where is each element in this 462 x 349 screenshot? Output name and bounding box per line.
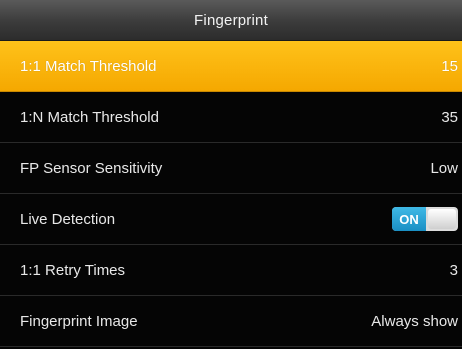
screen: Fingerprint 1:1 Match Threshold 15 1:N M… — [0, 0, 462, 349]
toggle-knob — [428, 209, 456, 229]
page-title: Fingerprint — [194, 11, 268, 29]
setting-label: 1:N Match Threshold — [20, 108, 159, 126]
setting-row-fingerprint-image[interactable]: Fingerprint Image Always show — [0, 296, 462, 347]
setting-value: 35 — [441, 108, 458, 126]
setting-row-1-n-match-threshold[interactable]: 1:N Match Threshold 35 — [0, 92, 462, 143]
setting-row-1-1-retry-times[interactable]: 1:1 Retry Times 3 — [0, 245, 462, 296]
settings-list: 1:1 Match Threshold 15 1:N Match Thresho… — [0, 41, 462, 347]
title-bar: Fingerprint — [0, 0, 462, 41]
setting-label: 1:1 Match Threshold — [20, 57, 157, 75]
setting-value: Always show — [371, 312, 458, 330]
setting-value: 3 — [449, 261, 458, 279]
setting-row-1-1-match-threshold[interactable]: 1:1 Match Threshold 15 — [0, 41, 462, 92]
setting-value: 15 — [441, 57, 458, 75]
setting-row-live-detection[interactable]: Live Detection ON — [0, 194, 462, 245]
setting-label: FP Sensor Sensitivity — [20, 159, 163, 177]
toggle-on-label: ON — [392, 207, 426, 231]
setting-row-fp-sensor-sensitivity[interactable]: FP Sensor Sensitivity Low — [0, 143, 462, 194]
setting-label: Fingerprint Image — [20, 312, 138, 330]
live-detection-toggle[interactable]: ON — [392, 207, 458, 231]
setting-label: Live Detection — [20, 210, 116, 228]
setting-value: Low — [430, 159, 458, 177]
setting-label: 1:1 Retry Times — [20, 261, 126, 279]
